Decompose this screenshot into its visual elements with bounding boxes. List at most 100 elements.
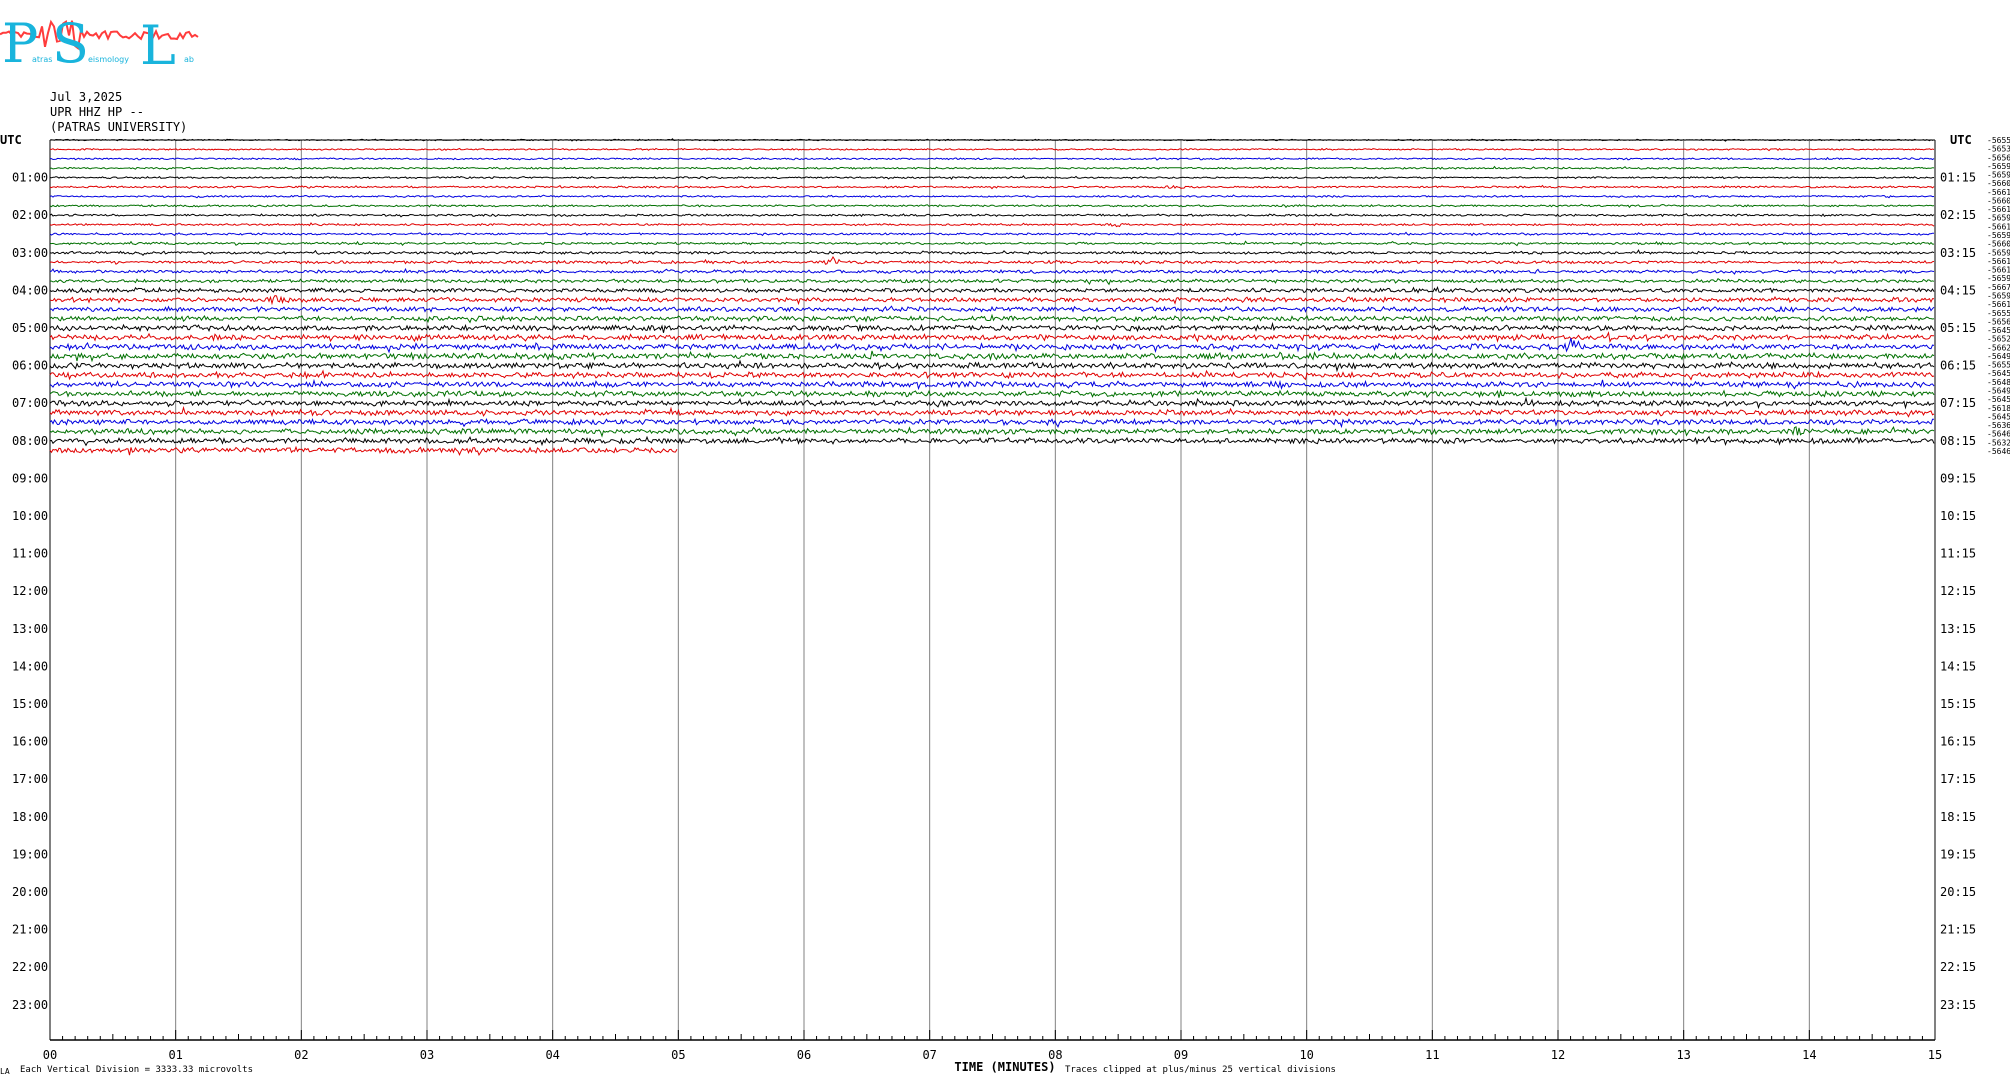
x-axis-label: TIME (MINUTES) [954, 1060, 1055, 1074]
chart-grid [49, 139, 1936, 1041]
seismic-trace [49, 175, 1935, 180]
utc-left-label: UTC [0, 133, 22, 147]
seismic-trace [49, 313, 1935, 324]
hour-label-left: 14:00 [12, 659, 48, 673]
seismic-trace [49, 388, 1935, 399]
hour-label-right: 16:15 [1940, 735, 1976, 749]
hour-label-right: 01:15 [1940, 171, 1976, 185]
seismic-trace [49, 295, 1935, 306]
seismic-trace [49, 165, 1935, 171]
seismic-trace [49, 331, 1935, 343]
hour-label-left: 12:00 [12, 584, 48, 598]
x-tick-label: 11 [1425, 1048, 1439, 1062]
hour-label-right: 04:15 [1940, 283, 1976, 297]
x-tick-label: 05 [671, 1048, 685, 1062]
x-tick-label: 04 [545, 1048, 559, 1062]
seismic-trace [49, 321, 1935, 333]
hour-label-right: 21:15 [1940, 923, 1976, 937]
footer-mark: LA [0, 1067, 10, 1076]
trace-offset-label: -5655 [1987, 361, 2010, 370]
seismic-trace [49, 417, 1934, 429]
seismic-trace [49, 184, 1935, 190]
seismic-trace [49, 305, 1935, 313]
hour-label-right: 06:15 [1940, 359, 1976, 373]
trace-offset-label: -5659 [1987, 171, 2010, 180]
hour-label-left: 01:00 [12, 171, 48, 185]
hour-label-right: 18:15 [1940, 810, 1976, 824]
trace-offset-label: -5645 [1987, 412, 2010, 421]
seismic-trace [49, 138, 1935, 142]
hour-label-left: 03:00 [12, 246, 48, 260]
hour-label-right: 10:15 [1940, 509, 1976, 523]
hour-label-left: 09:00 [12, 471, 48, 485]
hour-label-left: 23:00 [12, 998, 48, 1012]
seismic-trace [49, 285, 1935, 294]
hour-label-left: 19:00 [12, 847, 48, 861]
seismic-trace [49, 222, 1935, 228]
hour-label-right: 07:15 [1940, 396, 1976, 410]
x-tick-label: 10 [1299, 1048, 1313, 1062]
hour-label-left: 13:00 [12, 622, 48, 636]
seismic-trace [49, 203, 1935, 209]
hour-label-right: 20:15 [1940, 885, 1976, 899]
clip-note: Traces clipped at plus/minus 25 vertical… [1065, 1065, 1336, 1075]
hour-label-right: 13:15 [1940, 622, 1976, 636]
trace-offset-label: -5656 [1987, 317, 2010, 326]
seismic-trace [49, 396, 1935, 410]
hour-label-right: 19:15 [1940, 847, 1976, 861]
x-tick-label: 13 [1676, 1048, 1690, 1062]
hour-label-left: 06:00 [12, 359, 48, 373]
hour-label-left: 17:00 [12, 772, 48, 786]
x-tick-label: 03 [420, 1048, 434, 1062]
seismic-trace [49, 194, 1935, 199]
seismic-trace [49, 249, 1935, 257]
helicorder-chart: 00 01 02 03 04 05 06 07 08 09 10 11 12 13 14 15TIME (MI… [0, 133, 2010, 1076]
seismic-trace [49, 435, 1935, 447]
x-tick-label: 14 [1802, 1048, 1816, 1062]
hour-label-left: 15:00 [12, 697, 48, 711]
x-tick-label: 02 [294, 1048, 308, 1062]
hour-label-left: 22:00 [12, 960, 48, 974]
trace-group [49, 138, 1935, 456]
seismic-trace [49, 267, 1935, 275]
seismic-trace [49, 231, 1934, 237]
seismic-trace [49, 338, 1935, 354]
seismic-trace [49, 378, 1935, 391]
hour-label-right: 08:15 [1940, 434, 1976, 448]
hour-label-right: 23:15 [1940, 998, 1976, 1012]
trace-offset-label: -5645 [1987, 369, 2010, 378]
hour-label-left: 04:00 [12, 283, 48, 297]
hour-label-right: 09:15 [1940, 471, 1976, 485]
seismic-trace [50, 147, 1935, 152]
x-tick-label: 06 [797, 1048, 811, 1062]
hour-label-left: 16:00 [12, 735, 48, 749]
x-tick-label: 09 [1174, 1048, 1188, 1062]
hour-label-left: 07:00 [12, 396, 48, 410]
x-tick-label: 00 [43, 1048, 57, 1062]
hour-label-left: 02:00 [12, 208, 48, 222]
hour-label-left: 05:00 [12, 321, 48, 335]
x-tick-label: 12 [1551, 1048, 1565, 1062]
hour-label-right: 22:15 [1940, 960, 1976, 974]
seismic-trace [49, 240, 1934, 247]
seismic-trace [49, 405, 1935, 418]
x-tick-label: 15 [1928, 1048, 1942, 1062]
utc-right-label: UTC [1950, 133, 1972, 147]
seismic-trace [49, 359, 1935, 373]
seismic-trace [49, 445, 678, 456]
hour-label-right: 05:15 [1940, 321, 1976, 335]
hour-label-right: 12:15 [1940, 584, 1976, 598]
hour-label-left: 18:00 [12, 810, 48, 824]
x-tick-label: 01 [168, 1048, 182, 1062]
seismic-trace [49, 350, 1935, 363]
hour-label-right: 14:15 [1940, 659, 1976, 673]
x-tick-label: 07 [922, 1048, 936, 1062]
hour-label-right: 11:15 [1940, 547, 1976, 561]
trace-offset-label: -5661 [1987, 266, 2010, 275]
trace-offset-label: -5661 [1987, 222, 2010, 231]
hour-label-left: 21:00 [12, 923, 48, 937]
trace-offset-label: -5659 [1987, 214, 2010, 223]
hour-label-left: 20:00 [12, 885, 48, 899]
hour-label-right: 03:15 [1940, 246, 1976, 260]
scale-note: Each Vertical Division = 3333.33 microvo… [20, 1065, 253, 1075]
